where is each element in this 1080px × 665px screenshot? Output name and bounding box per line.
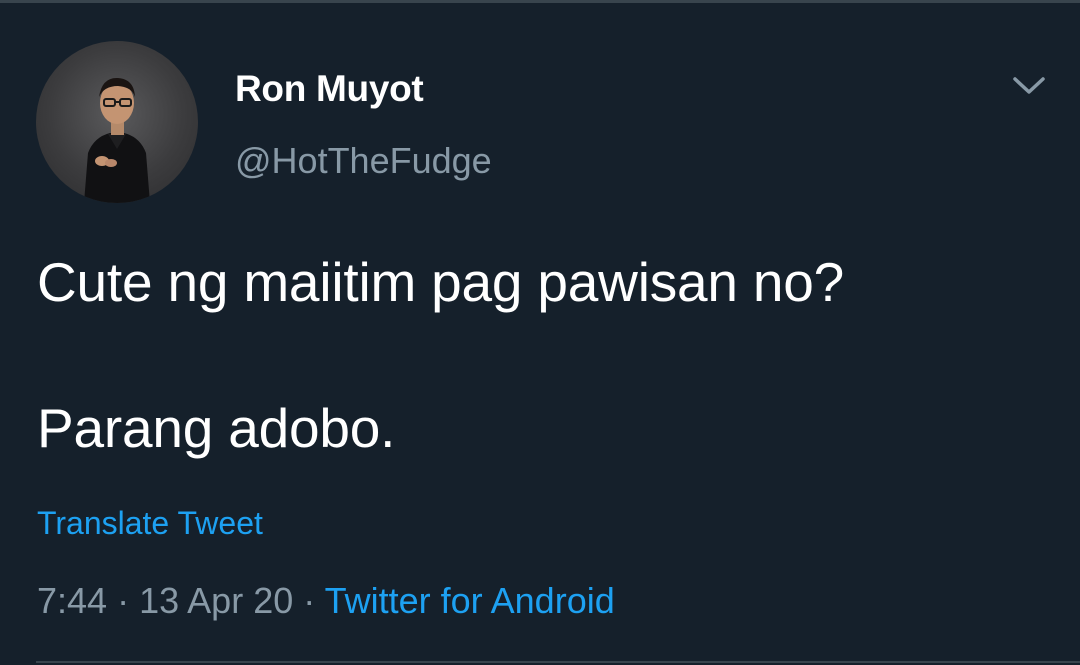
translate-tweet-link[interactable]: Translate Tweet xyxy=(37,505,263,542)
tweet-text-line: Cute ng maiitim pag pawisan no? xyxy=(37,251,845,313)
chevron-down-icon xyxy=(1013,77,1045,94)
meta-separator: · xyxy=(303,580,316,621)
tweet-text-line: Parang adobo. xyxy=(37,397,396,459)
avatar-photo xyxy=(84,77,150,203)
tweet-date[interactable]: 13 Apr 20 xyxy=(139,580,293,621)
author-handle[interactable]: @HotTheFudge xyxy=(235,140,492,182)
meta-separator: · xyxy=(117,580,130,621)
avatar[interactable] xyxy=(36,41,198,203)
bottom-divider xyxy=(36,661,1080,663)
tweet-time[interactable]: 7:44 xyxy=(37,580,107,621)
author-display-name[interactable]: Ron Muyot xyxy=(235,68,424,110)
tweet-source-link[interactable]: Twitter for Android xyxy=(325,580,615,621)
top-divider xyxy=(0,0,1080,3)
tweet-meta: 7:44 · 13 Apr 20 · Twitter for Android xyxy=(37,580,615,622)
more-options-button[interactable] xyxy=(1005,66,1053,106)
